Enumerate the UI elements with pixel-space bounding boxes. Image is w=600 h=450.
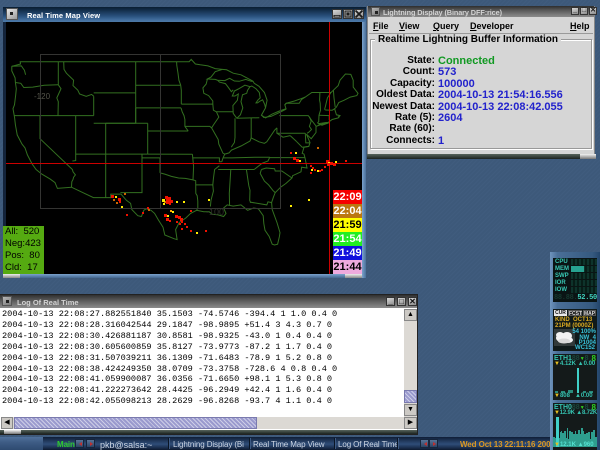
svg-text:-100: -100 <box>206 207 224 217</box>
svg-text:-120: -120 <box>34 92 51 101</box>
